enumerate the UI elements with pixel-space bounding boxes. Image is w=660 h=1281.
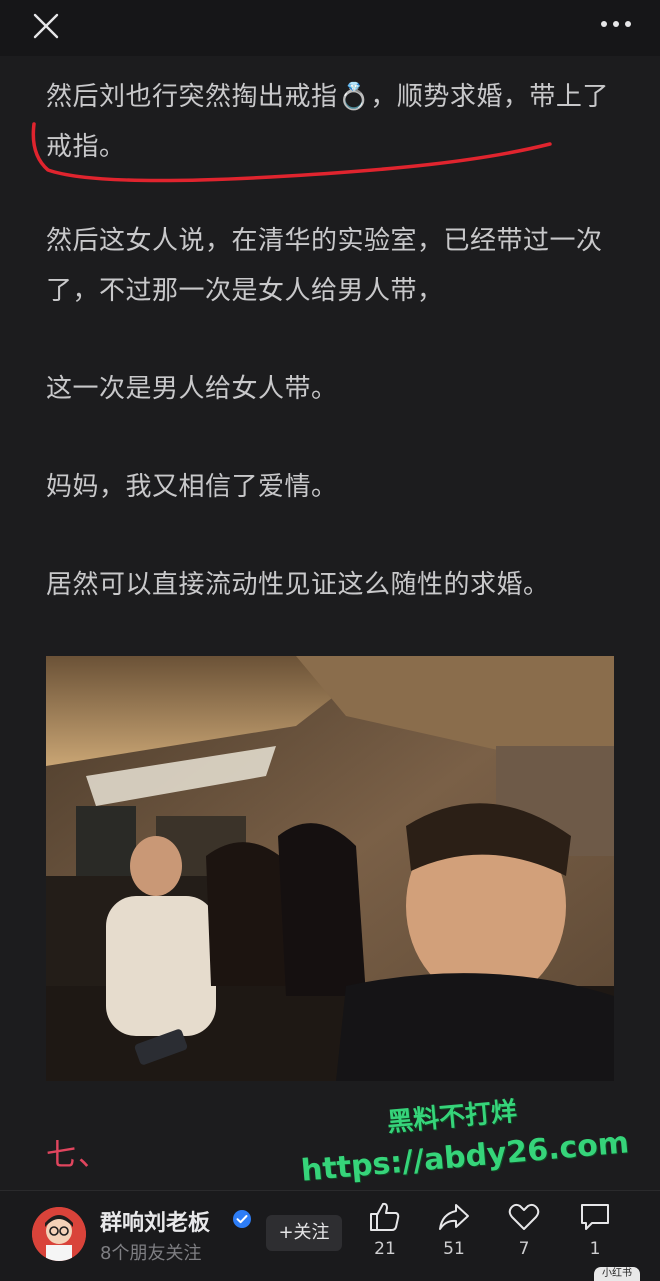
watermark-title: 黑料不打烊 xyxy=(386,1096,519,1139)
comment-icon xyxy=(581,1204,609,1230)
avatar-image xyxy=(32,1207,86,1261)
author-name[interactable]: 群响刘老板 xyxy=(100,1205,210,1237)
favorite-button[interactable]: 7 xyxy=(494,1201,554,1259)
top-bar xyxy=(0,0,660,56)
thumbs-up-icon xyxy=(370,1202,400,1231)
more-horizontal-icon xyxy=(601,21,631,27)
like-count: 21 xyxy=(374,1239,396,1259)
article-paragraph: 居然可以直接流动性见证这么随性的求婚。 xyxy=(46,570,550,600)
verified-badge-icon xyxy=(233,1210,251,1228)
like-button[interactable]: 21 xyxy=(355,1201,415,1259)
watermark-url: https://abdy26.com xyxy=(299,1125,631,1189)
article-photo[interactable] xyxy=(46,656,614,1081)
close-icon xyxy=(33,13,59,39)
author-avatar[interactable] xyxy=(32,1207,86,1261)
section-heading: 七、 xyxy=(46,1138,110,1173)
comment-button[interactable]: 1 xyxy=(565,1201,625,1259)
bottom-bar: 群响刘老板 8个朋友关注 +关注 21 51 7 1 小红书 xyxy=(0,1190,660,1281)
close-button[interactable] xyxy=(30,10,62,42)
favorite-count: 7 xyxy=(518,1239,530,1259)
share-count: 51 xyxy=(443,1239,465,1259)
article-paragraph: 然后这女人说，在清华的实验室，已经带过一次了，不过那一次是女人给男人带， xyxy=(46,226,603,306)
more-options-button[interactable] xyxy=(598,12,634,36)
share-icon xyxy=(439,1204,469,1230)
app-corner-badge: 小红书 xyxy=(594,1267,640,1281)
share-button[interactable]: 51 xyxy=(424,1201,484,1259)
heart-icon xyxy=(508,1203,540,1230)
follow-button[interactable]: +关注 xyxy=(266,1215,342,1251)
article-paragraph: 妈妈，我又相信了爱情。 xyxy=(46,472,338,502)
article-paragraph: 然后刘也行突然掏出戒指💍，顺势求婚，带上了戒指。 xyxy=(46,82,609,162)
article-body: 然后刘也行突然掏出戒指💍，顺势求婚，带上了戒指。 然后这女人说，在清华的实验室，… xyxy=(46,72,618,658)
friends-following-text: 8个朋友关注 xyxy=(100,1243,202,1264)
comment-count: 1 xyxy=(589,1239,601,1259)
group-selfie-image xyxy=(46,656,614,1081)
article-paragraph: 这一次是男人给女人带。 xyxy=(46,374,338,404)
